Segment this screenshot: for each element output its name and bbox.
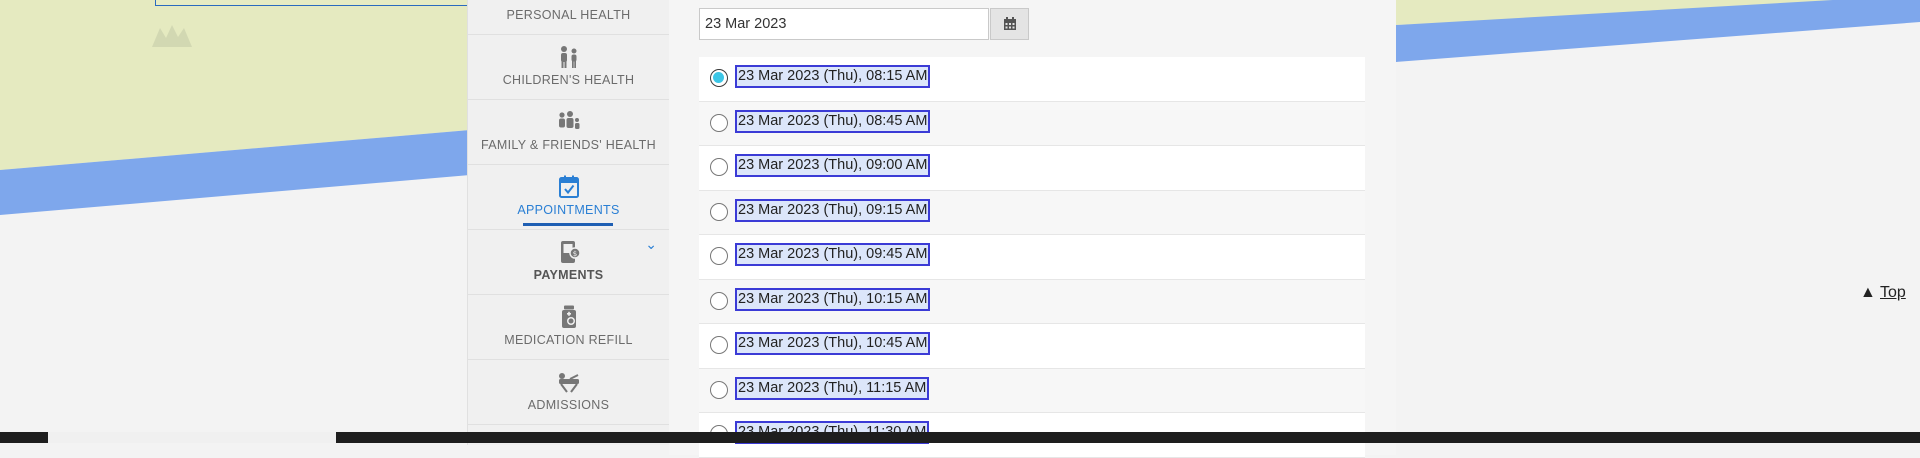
time-slot-row[interactable]: 23 Mar 2023 (Thu), 09:15 AM — [699, 190, 1365, 235]
hospital-bed-icon — [559, 373, 579, 393]
time-slot-label[interactable]: 23 Mar 2023 (Thu), 11:15 AM — [734, 376, 930, 400]
sidebar-item-appointments[interactable]: APPOINTMENTS — [468, 165, 669, 230]
sidebar: PERSONAL HEALTH CHILDREN'S HEALTH FAMILY… — [467, 0, 670, 445]
sidebar-item-medication-refill[interactable]: MEDICATION REFILL — [468, 295, 669, 360]
svg-text:$: $ — [573, 250, 577, 258]
time-slot-row[interactable]: 23 Mar 2023 (Thu), 08:15 AM — [699, 57, 1365, 102]
time-slot-list: 23 Mar 2023 (Thu), 08:15 AM 23 Mar 2023 … — [699, 57, 1365, 458]
time-slot-label[interactable]: 23 Mar 2023 (Thu), 10:45 AM — [734, 332, 931, 355]
time-slot-row[interactable]: 23 Mar 2023 (Thu), 08:45 AM — [699, 101, 1365, 146]
time-slot-radio[interactable] — [710, 336, 728, 354]
time-slot-radio[interactable] — [710, 380, 728, 399]
time-slot-radio[interactable] — [710, 158, 728, 176]
time-slot-row[interactable]: 23 Mar 2023 (Thu), 09:00 AM — [699, 146, 1365, 191]
sidebar-item-label: ADMISSIONS — [527, 398, 610, 412]
family-icon — [559, 111, 580, 129]
sidebar-item-label: MEDICATION REFILL — [504, 333, 633, 347]
time-slot-row[interactable]: 23 Mar 2023 (Thu), 10:45 AM — [699, 324, 1365, 369]
chevron-down-icon[interactable]: ⌄ — [645, 236, 657, 253]
appointment-date-field[interactable] — [699, 8, 989, 40]
time-slot-radio[interactable] — [710, 202, 728, 221]
sidebar-item-label: PAYMENTS — [533, 268, 604, 282]
sidebar-item-payments[interactable]: $ ⌄ PAYMENTS — [468, 230, 669, 295]
time-slot-radio[interactable] — [710, 247, 728, 265]
calendar-button[interactable] — [990, 8, 1029, 40]
time-slot-label[interactable]: 23 Mar 2023 (Thu), 09:00 AM — [734, 154, 931, 177]
sidebar-item-label: PERSONAL HEALTH — [506, 8, 631, 22]
time-slot-label[interactable]: 23 Mar 2023 (Thu), 08:15 AM — [734, 65, 931, 88]
sidebar-item-label: CHILDREN'S HEALTH — [502, 73, 635, 87]
time-slot-label[interactable]: 23 Mar 2023 (Thu), 09:45 AM — [734, 243, 931, 266]
sidebar-item-childrens-health[interactable]: CHILDREN'S HEALTH — [468, 35, 669, 100]
medicine-bottle-icon — [562, 305, 576, 328]
children-icon — [561, 46, 577, 68]
caret-up-icon: ▲ — [1860, 284, 1876, 301]
time-slot-row[interactable]: 23 Mar 2023 (Thu), 09:45 AM — [699, 235, 1365, 280]
time-slot-radio[interactable] — [710, 291, 728, 310]
sidebar-item-admissions[interactable]: ADMISSIONS — [468, 360, 669, 425]
time-slot-row[interactable]: 23 Mar 2023 (Thu), 10:15 AM — [699, 279, 1365, 324]
sidebar-item-family-friends-health[interactable]: FAMILY & FRIENDS' HEALTH — [468, 100, 669, 165]
time-slot-radio[interactable] — [710, 69, 728, 87]
taskbar-search-box[interactable] — [48, 432, 336, 443]
calendar-icon — [1004, 17, 1016, 30]
time-slot-radio[interactable] — [710, 113, 728, 132]
active-indicator — [523, 223, 613, 226]
sidebar-item-label: APPOINTMENTS — [517, 203, 620, 217]
time-slot-label[interactable]: 23 Mar 2023 (Thu), 09:15 AM — [734, 198, 931, 222]
back-to-top-label: Top — [1880, 284, 1906, 301]
sidebar-item-personal-health[interactable]: PERSONAL HEALTH — [468, 0, 669, 35]
time-slot-label[interactable]: 23 Mar 2023 (Thu), 10:15 AM — [734, 287, 931, 311]
sidebar-item-label: FAMILY & FRIENDS' HEALTH — [481, 138, 656, 152]
payment-icon: $ — [561, 241, 581, 263]
time-slot-row[interactable]: 23 Mar 2023 (Thu), 11:15 AM — [699, 368, 1365, 413]
calendar-check-icon — [559, 175, 579, 198]
back-to-top-link[interactable]: ▲ Top — [1860, 284, 1906, 302]
time-slot-label[interactable]: 23 Mar 2023 (Thu), 08:45 AM — [734, 109, 931, 133]
